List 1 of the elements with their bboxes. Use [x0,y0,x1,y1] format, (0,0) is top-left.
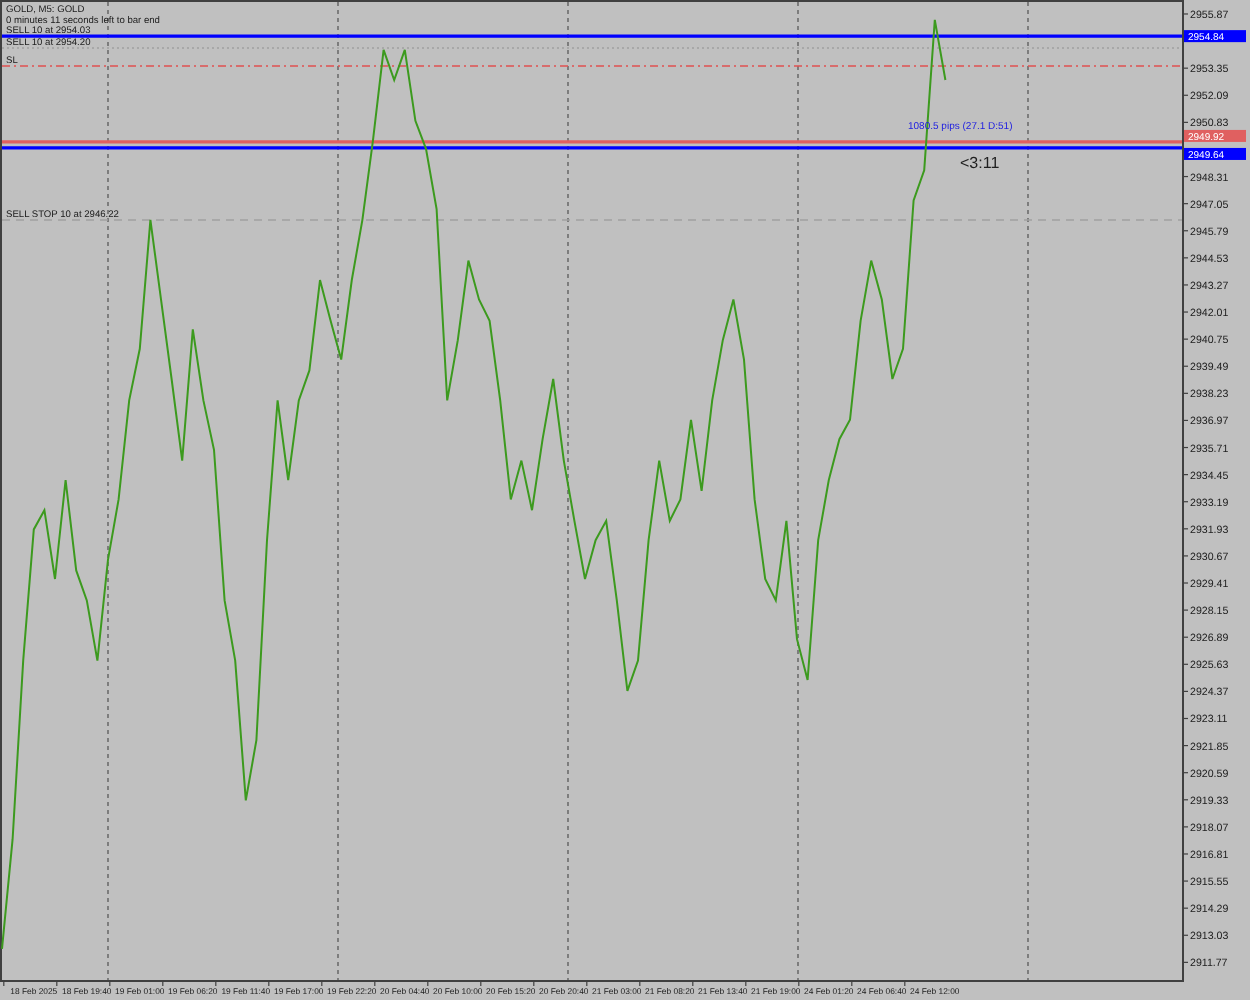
countdown-label: <3:11 [960,154,1000,172]
